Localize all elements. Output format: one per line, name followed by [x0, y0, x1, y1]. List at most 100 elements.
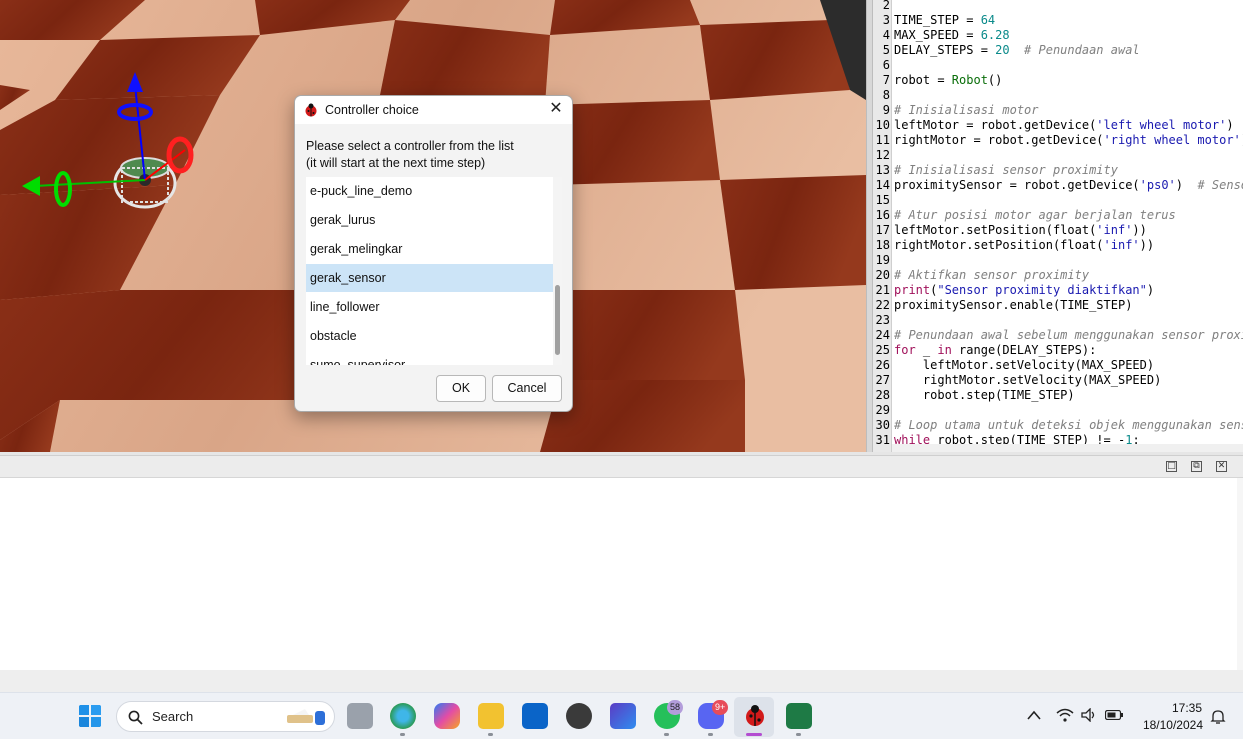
code-line[interactable]: # Atur posisi motor agar berjalan terus	[894, 208, 1176, 223]
code-token: leftMotor = robot.getDevice(	[894, 118, 1097, 132]
file-explorer-icon[interactable]	[478, 703, 504, 729]
whatsapp-badge: 58	[667, 700, 684, 715]
wifi-icon[interactable]	[1056, 708, 1074, 722]
code-token: proximitySensor = robot.getDevice(	[894, 178, 1140, 192]
code-line[interactable]: # Loop utama untuk deteksi objek menggun…	[894, 418, 1243, 433]
code-editor[interactable]: 2 3 4 5 6 7 8 9 10 11 12 13 14 15 16 17 18 19 20 21 22 23 24 25…	[873, 0, 1243, 452]
list-item[interactable]: gerak_lurus	[306, 206, 553, 234]
code-token: robot =	[894, 73, 952, 87]
battery-icon[interactable]	[1105, 710, 1123, 720]
line-number: 28	[875, 388, 890, 402]
close-button[interactable]: ✕	[546, 99, 566, 119]
code-token: # Inisialisasi motor	[894, 103, 1039, 117]
ok-button[interactable]: OK	[436, 375, 486, 402]
code-token: DELAY_STEPS =	[894, 43, 996, 57]
line-number: 16	[875, 208, 890, 222]
code-token: rightMotor.setPosition(float(	[894, 238, 1104, 252]
code-line[interactable]: rightMotor = robot.getDevice('right whee…	[894, 133, 1243, 148]
list-scrollbar[interactable]	[553, 177, 562, 365]
code-token: leftMotor.setVelocity(MAX_SPEED)	[894, 358, 1155, 372]
webots-icon[interactable]	[742, 703, 768, 729]
code-line[interactable]: # Penundaan awal sebelum menggunakan sen…	[894, 328, 1243, 343]
code-line[interactable]: # Inisialisasi motor	[894, 103, 1039, 118]
task-view-icon[interactable]	[347, 703, 373, 729]
console-scrollbar[interactable]	[1237, 478, 1243, 670]
clock-time[interactable]: 17:35	[1160, 701, 1202, 715]
code-line[interactable]: print("Sensor proximity diaktifkan")	[894, 283, 1154, 298]
running-indicator	[664, 733, 669, 736]
editor-horizontal-scrollbar[interactable]	[892, 444, 1243, 452]
code-token: range(DELAY_STEPS):	[951, 343, 1097, 357]
dell-support-icon[interactable]	[610, 703, 636, 729]
running-indicator	[488, 733, 493, 736]
code-line[interactable]: for _ in range(DELAY_STEPS):	[894, 343, 1096, 358]
list-item[interactable]: e-puck_line_demo	[306, 177, 553, 205]
code-line[interactable]: leftMotor = robot.getDevice('left wheel …	[894, 118, 1234, 133]
search-icon	[128, 710, 143, 725]
code-token: )	[1175, 178, 1198, 192]
code-line[interactable]: rightMotor.setVelocity(MAX_SPEED)	[894, 373, 1161, 388]
console-output[interactable]	[0, 478, 1243, 670]
restore-icon[interactable]: ⧉	[1191, 461, 1202, 472]
ladybug-icon	[305, 103, 317, 117]
code-line[interactable]: leftMotor.setVelocity(MAX_SPEED)	[894, 358, 1154, 373]
notification-bell-icon[interactable]	[1210, 709, 1226, 725]
cancel-button[interactable]: Cancel	[492, 375, 562, 402]
code-line[interactable]: DELAY_STEPS = 20 # Penundaan awal	[894, 43, 1140, 58]
code-line[interactable]: robot.step(TIME_STEP)	[894, 388, 1075, 403]
maximize-icon[interactable]: □	[1166, 461, 1177, 472]
line-number: 19	[875, 253, 890, 267]
code-line[interactable]: rightMotor.setPosition(float('inf'))	[894, 238, 1154, 253]
clock-date[interactable]: 18/10/2024	[1137, 718, 1203, 732]
code-line[interactable]: proximitySensor.enable(TIME_STEP)	[894, 298, 1132, 313]
code-token: 64	[980, 13, 996, 27]
controller-choice-dialog: Controller choice ✕ Please select a cont…	[294, 95, 573, 412]
search-label: Search	[152, 709, 194, 724]
line-number: 25	[875, 343, 890, 357]
console-toolbar: □ ⧉ ✕	[0, 456, 1243, 478]
dialog-titlebar: Controller choice ✕	[295, 96, 572, 124]
running-indicator	[708, 733, 713, 736]
line-number: 17	[875, 223, 890, 237]
code-token: MAX_SPEED =	[894, 28, 981, 42]
line-number: 14	[875, 178, 890, 192]
code-token: leftMotor.setPosition(float(	[894, 223, 1097, 237]
list-item[interactable]: line_follower	[306, 293, 553, 321]
code-line[interactable]: proximitySensor = robot.getDevice('ps0')…	[894, 178, 1243, 193]
line-number: 18	[875, 238, 890, 252]
dell-icon[interactable]	[566, 703, 592, 729]
search-box[interactable]: Search	[116, 701, 335, 732]
outlook-icon[interactable]	[522, 703, 548, 729]
line-number: 11	[875, 133, 890, 147]
code-token: # Penundaan awal	[1009, 43, 1140, 57]
code-token: ()	[987, 73, 1003, 87]
dialog-message-note: (it will start at the next time step)	[306, 156, 486, 170]
line-number: 7	[882, 73, 890, 87]
code-line[interactable]: # Aktifkan sensor proximity	[894, 268, 1089, 283]
code-line[interactable]: TIME_STEP = 64	[894, 13, 995, 28]
controller-list[interactable]: e-puck_line_demo gerak_lurus gerak_melin…	[306, 177, 562, 365]
code-line[interactable]: MAX_SPEED = 6.28	[894, 28, 1010, 43]
edge-browser-icon[interactable]	[390, 703, 416, 729]
list-item-selected[interactable]: gerak_sensor	[306, 264, 553, 292]
line-number: 30	[875, 418, 890, 432]
list-item[interactable]: sumo_supervisor	[306, 351, 553, 365]
close-icon[interactable]: ✕	[1216, 461, 1227, 472]
code-line[interactable]: leftMotor.setPosition(float('inf'))	[894, 223, 1147, 238]
line-number: 27	[875, 373, 890, 387]
scrollbar-thumb[interactable]	[555, 285, 560, 355]
code-line[interactable]: # Inisialisasi sensor proximity	[894, 163, 1118, 178]
volume-icon[interactable]	[1081, 708, 1097, 722]
list-item[interactable]: obstacle	[306, 322, 553, 350]
windows-start-icon[interactable]	[78, 704, 102, 728]
line-number: 20	[875, 268, 890, 282]
chevron-up-icon[interactable]	[1027, 710, 1041, 720]
vertical-splitter[interactable]	[866, 0, 873, 452]
list-item[interactable]: gerak_melingkar	[306, 235, 553, 263]
running-indicator	[400, 733, 405, 736]
excel-icon[interactable]	[786, 703, 812, 729]
code-token: # Loop utama untuk deteksi objek menggun…	[894, 418, 1243, 432]
line-number: 10	[875, 118, 890, 132]
copilot-icon[interactable]	[434, 703, 460, 729]
code-line[interactable]: robot = Robot()	[894, 73, 1002, 88]
